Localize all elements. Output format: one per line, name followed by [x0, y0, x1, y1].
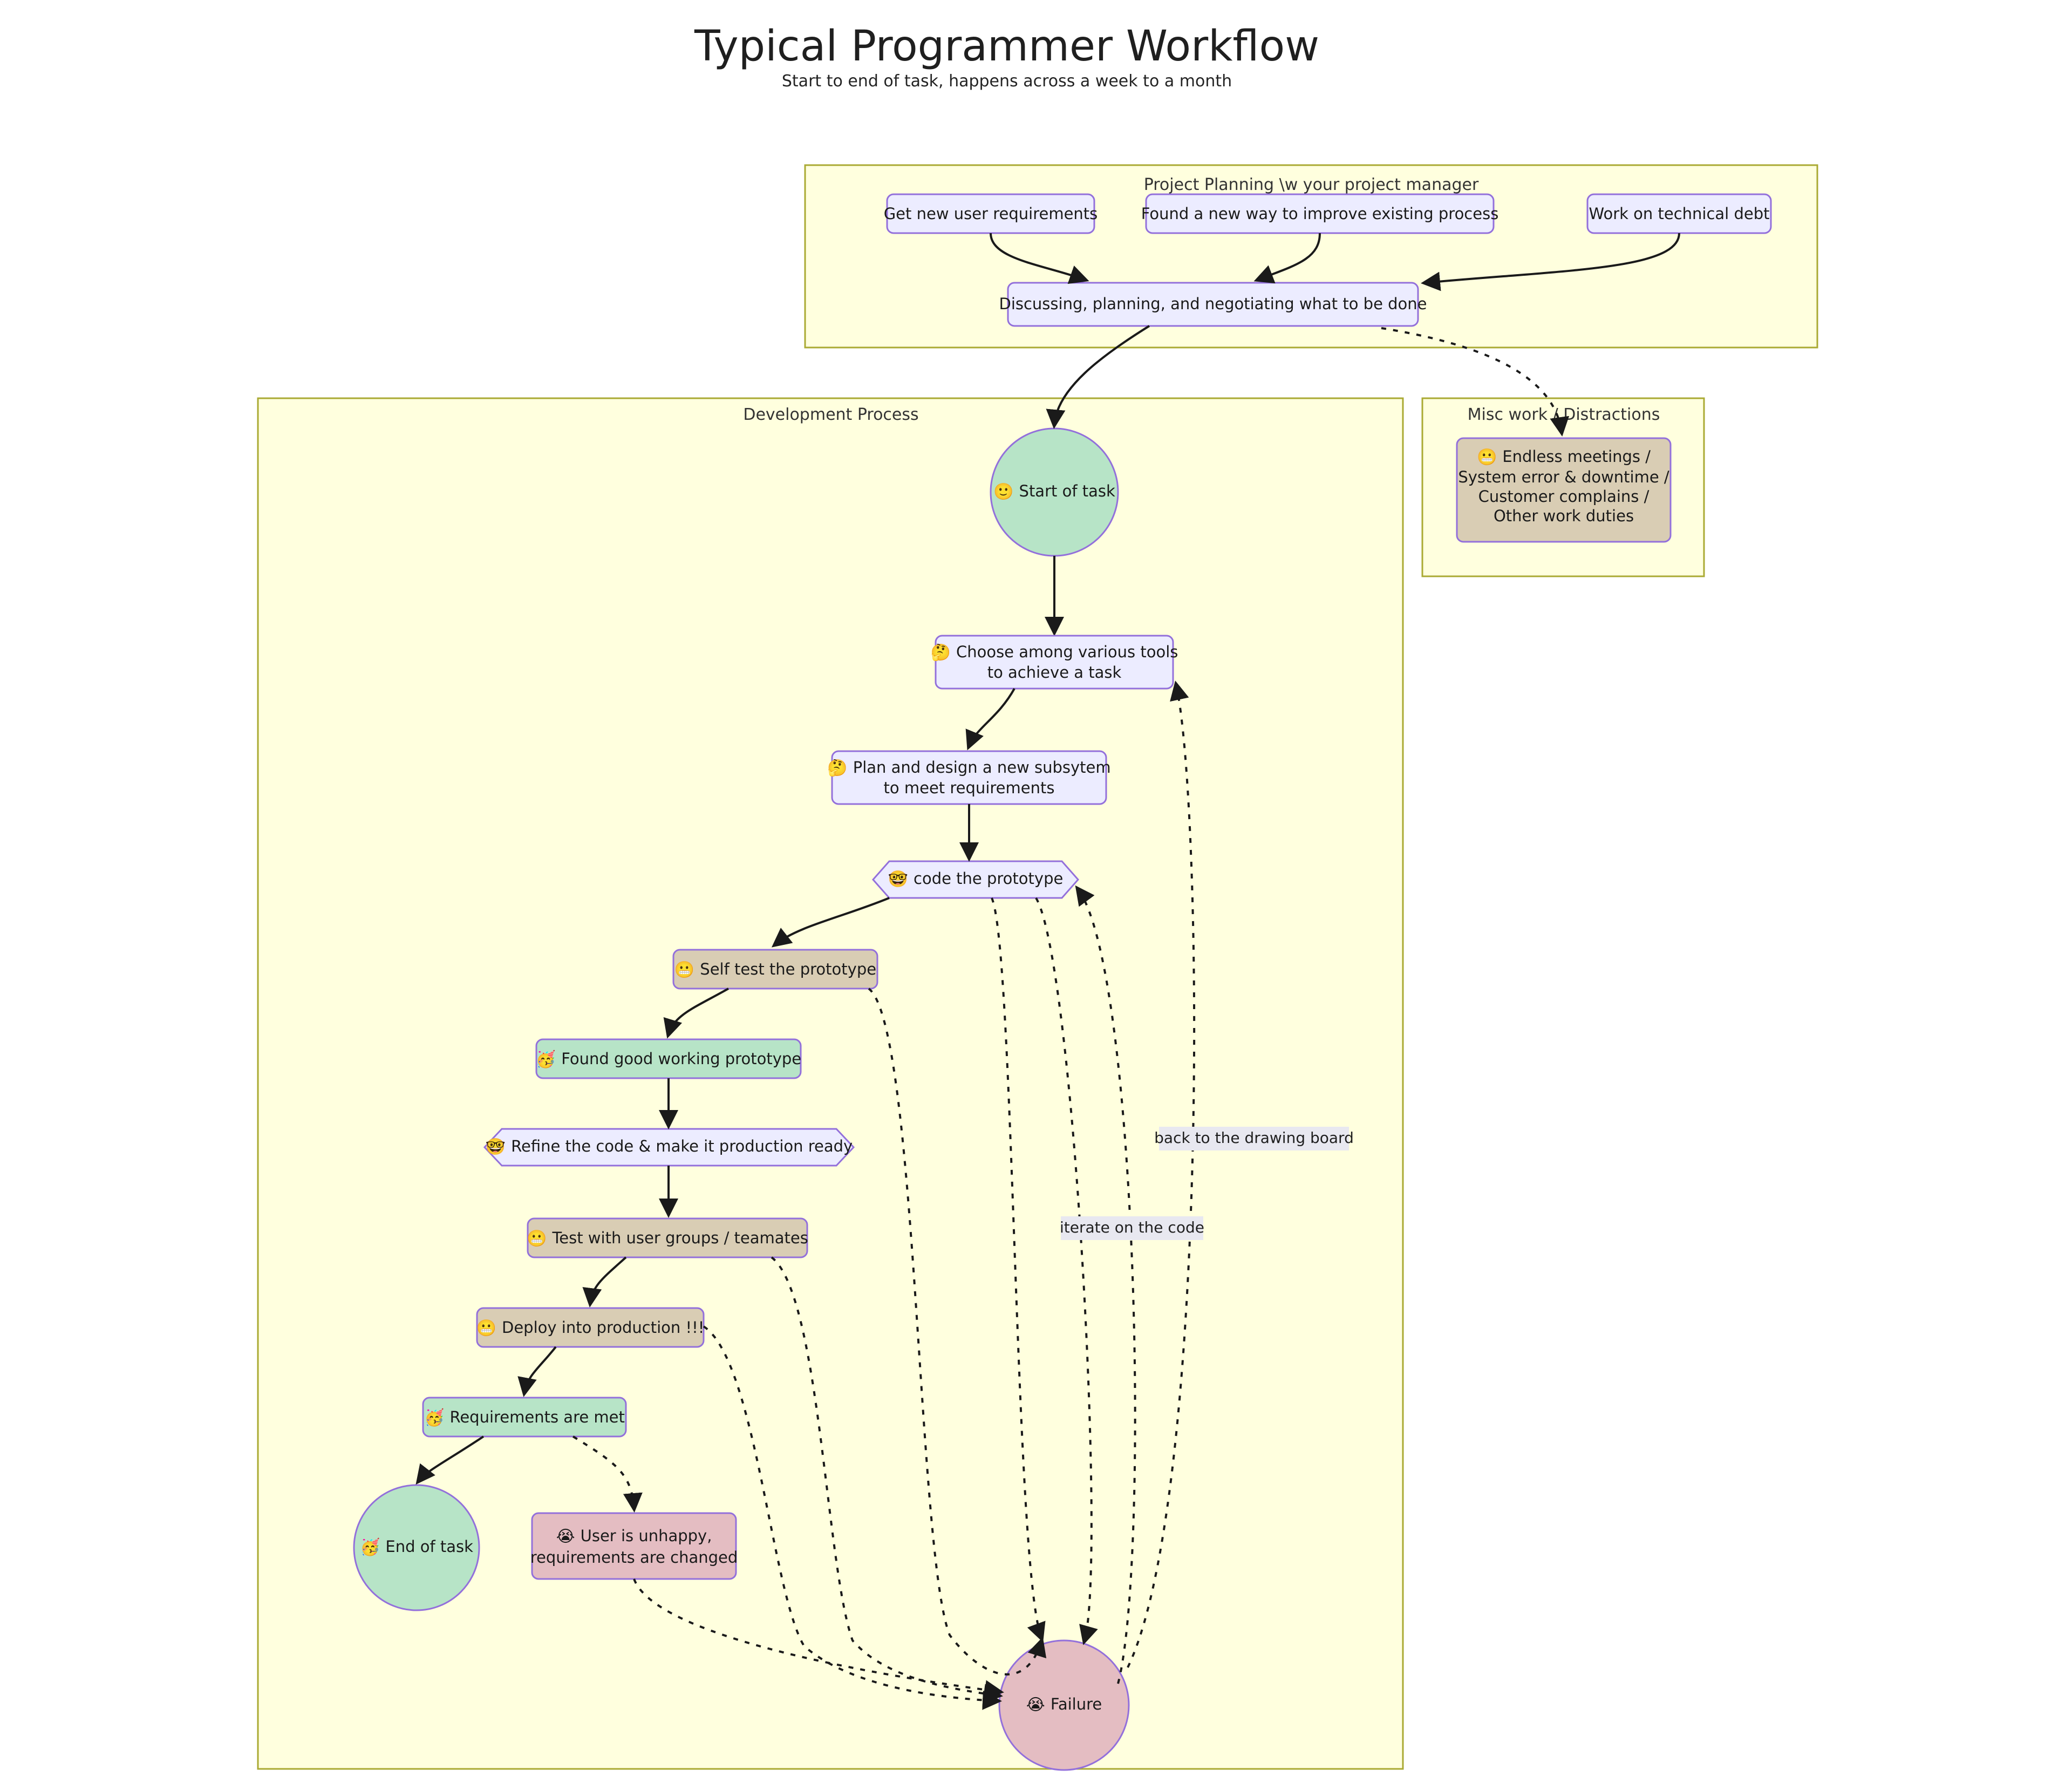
node-get-new-user-requirements[interactable]: Get new user requirements: [884, 193, 1098, 234]
node-misc-work-line2: System error & downtime /: [1458, 468, 1669, 486]
node-choose-tools-line2: to achieve a task: [987, 663, 1122, 682]
edge-label-iterate-on-the-code: iterate on the code: [1060, 1216, 1204, 1240]
subgraph-development-label: Development Process: [743, 405, 918, 424]
thinking-face-icon: 🤔: [931, 643, 951, 662]
partying-face-icon: 🥳: [424, 1407, 444, 1427]
page-subtitle: Start to end of task, happens across a w…: [782, 72, 1232, 91]
node-found-new-way[interactable]: Found a new way to improve existing proc…: [1141, 193, 1499, 234]
node-work-on-technical-debt[interactable]: Work on technical debt: [1586, 193, 1772, 234]
subgraph-misc-label: Misc work / Distractions: [1468, 405, 1660, 424]
node-start-of-task[interactable]: 🙂 Start of task: [990, 427, 1119, 557]
node-misc-work-line3: Customer complains /: [1478, 487, 1650, 506]
grimacing-face-icon: 😬: [1477, 448, 1497, 467]
grimacing-face-icon: 😬: [674, 961, 694, 979]
node-good-proto-label: 🥳 Found good working prototype: [536, 1049, 801, 1069]
edge-label-iterate-text: iterate on the code: [1060, 1218, 1204, 1236]
node-code-the-prototype[interactable]: 🤓 code the prototype: [871, 860, 1080, 899]
node-tech-debt-label: Work on technical debt: [1589, 205, 1770, 223]
node-failure[interactable]: 😭 Failure: [998, 1639, 1130, 1771]
loudly-crying-face-icon: 😭: [1026, 1696, 1045, 1714]
node-refine-label: 🤓 Refine the code & make it production re…: [486, 1137, 853, 1156]
node-refine-the-code[interactable]: 🤓 Refine the code & make it production re…: [483, 1128, 855, 1167]
node-test-users-label: 😬 Test with user groups / teamates: [527, 1229, 808, 1248]
grimacing-face-icon: 😬: [476, 1319, 496, 1338]
node-user-unhappy-shape[interactable]: [531, 1512, 737, 1580]
edge-label-back-to-drawing-board: back to the drawing board: [1154, 1127, 1354, 1150]
nerd-face-icon: 🤓: [888, 870, 908, 889]
node-get-req-label: Get new user requirements: [884, 205, 1098, 223]
node-plan-design-line1: 🤔 Plan and design a new subsytem: [827, 758, 1110, 778]
node-start-label: 🙂 Start of task: [993, 482, 1115, 501]
node-user-is-unhappy[interactable]: 😭 User is unhappy, requirements are chang…: [530, 1512, 738, 1580]
partying-face-icon: 🥳: [360, 1537, 380, 1557]
node-self-test-label: 😬 Self test the prototype: [674, 960, 876, 979]
node-discussing-label: Discussing, planning, and negotiating wh…: [999, 295, 1427, 313]
nerd-face-icon: 🤓: [486, 1138, 506, 1156]
diagram-canvas: Typical Programmer Workflow Start to end…: [0, 0, 2072, 1777]
node-discussing-planning-negotiating[interactable]: Discussing, planning, and negotiating wh…: [999, 282, 1427, 327]
node-user-unhappy-line2: requirements are changed: [530, 1548, 738, 1567]
thinking-face-icon: 🤔: [827, 759, 847, 778]
node-choose-tools[interactable]: 🤔 Choose among various tools to achieve a…: [931, 635, 1178, 690]
node-plan-design[interactable]: 🤔 Plan and design a new subsytem to meet …: [827, 750, 1111, 805]
node-requirements-are-met[interactable]: 🥳 Requirements are met: [422, 1397, 627, 1438]
flowchart-svg: Typical Programmer Workflow Start to end…: [257, 22, 1818, 1771]
node-end-task-label: 🥳 End of task: [360, 1537, 473, 1557]
node-end-of-task[interactable]: 🥳 End of task: [353, 1484, 480, 1611]
node-found-good-working-prototype[interactable]: 🥳 Found good working prototype: [535, 1038, 802, 1079]
loudly-crying-face-icon: 😭: [556, 1527, 575, 1546]
node-code-proto-label: 🤓 code the prototype: [888, 869, 1064, 889]
node-choose-tools-line1: 🤔 Choose among various tools: [931, 643, 1178, 662]
node-misc-work-line1: 😬 Endless meetings /: [1477, 447, 1651, 467]
node-new-way-label: Found a new way to improve existing proc…: [1141, 205, 1499, 223]
node-failure-label: 😭 Failure: [1026, 1695, 1102, 1714]
node-test-with-user-groups[interactable]: 😬 Test with user groups / teamates: [527, 1217, 808, 1258]
grimacing-face-icon: 😬: [527, 1229, 547, 1248]
node-self-test-prototype[interactable]: 😬 Self test the prototype: [672, 949, 878, 990]
edge-label-back-text: back to the drawing board: [1154, 1129, 1354, 1147]
page-title: Typical Programmer Workflow: [694, 22, 1319, 71]
node-deploy-into-production[interactable]: 😬 Deploy into production !!!: [476, 1307, 705, 1348]
subgraph-planning-label: Project Planning \w your project manager: [1144, 175, 1479, 194]
node-misc-work-line4: Other work duties: [1494, 507, 1634, 525]
node-plan-design-line2: to meet requirements: [884, 779, 1055, 797]
partying-face-icon: 🥳: [536, 1049, 556, 1069]
node-req-met-label: 🥳 Requirements are met: [424, 1407, 625, 1427]
slightly-smiling-face-icon: 🙂: [993, 482, 1013, 501]
node-deploy-label: 😬 Deploy into production !!!: [476, 1318, 705, 1338]
